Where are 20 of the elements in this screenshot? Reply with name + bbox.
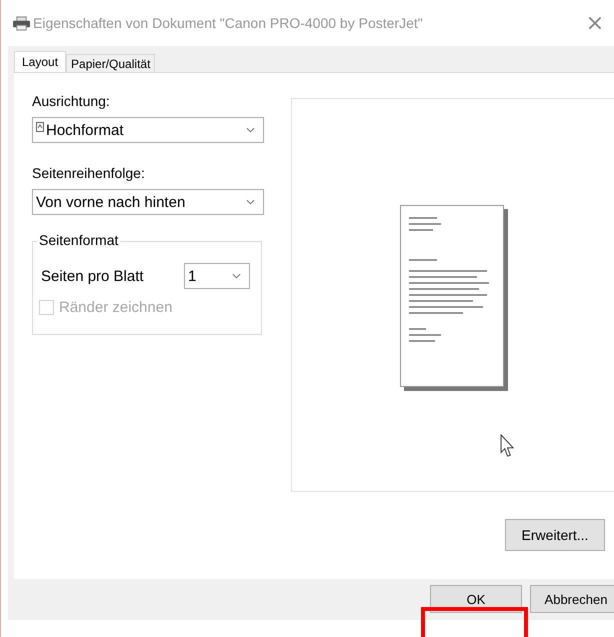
mouse-cursor-icon: [500, 434, 516, 457]
pages-per-sheet-dropdown[interactable]: 1: [184, 263, 250, 289]
checkbox-label: Ränder zeichnen: [59, 299, 172, 316]
chevron-icon: [246, 199, 255, 205]
chevron-icon: [232, 273, 241, 279]
chevron-icon: [246, 127, 255, 133]
dialog-button[interactable]: Abbrechen: [530, 585, 614, 613]
field-label: Seiten pro Blatt: [41, 268, 144, 284]
tab[interactable]: Papier/Qualität: [66, 54, 156, 72]
close-button[interactable]: ×: [580, 10, 610, 36]
orientation-dropdown[interactable]: Hochformat: [32, 117, 264, 143]
field-label: Seitenreihenfolge:: [32, 165, 145, 183]
window-title: Eigenschaften von Dokument "Canon PRO-4000 by PosterJet": [33, 15, 424, 31]
field-label: Ausrichtung:: [32, 93, 110, 111]
page-icon: [36, 122, 44, 132]
page-order-dropdown[interactable]: Von vorne nach hinten: [32, 189, 264, 215]
printer-icon: [12, 16, 31, 30]
advanced-button[interactable]: Erweitert...: [505, 519, 605, 551]
group-title: Seitenformat: [37, 232, 120, 248]
tab[interactable]: Layout: [14, 51, 66, 72]
